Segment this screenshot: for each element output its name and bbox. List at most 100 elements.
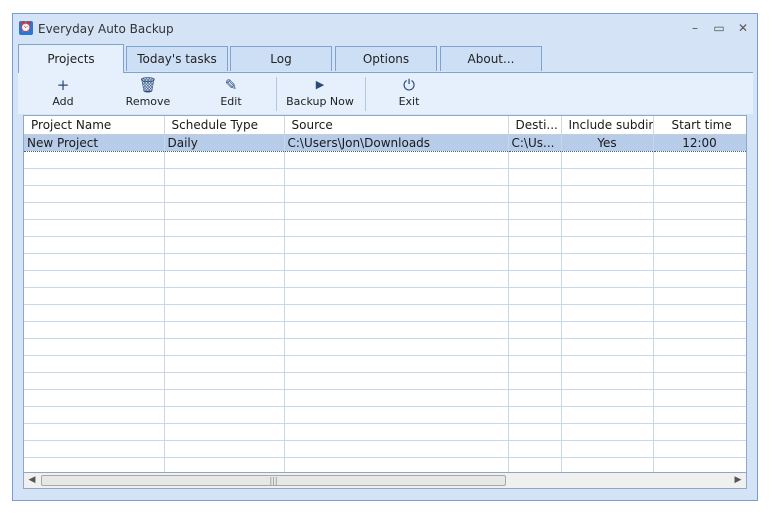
title-bar[interactable]: ⏰ Everyday Auto Backup – ▭ ✕ xyxy=(13,14,757,43)
empty-cell xyxy=(164,253,285,271)
empty-cell xyxy=(561,304,654,322)
tab-log[interactable]: Log xyxy=(230,46,332,71)
column-header-start-time[interactable]: Start time xyxy=(653,116,746,135)
toolbar-separator xyxy=(276,77,277,111)
empty-cell xyxy=(284,372,509,390)
empty-row xyxy=(24,389,746,407)
column-header-include-subdir[interactable]: Include subdir xyxy=(561,116,654,135)
empty-cell xyxy=(653,253,746,271)
empty-row xyxy=(24,151,746,169)
add-button[interactable]: + Add xyxy=(38,75,88,113)
empty-cell xyxy=(508,440,562,458)
column-header-destination[interactable]: Desti... xyxy=(508,116,562,135)
empty-cell xyxy=(508,219,562,237)
empty-row xyxy=(24,270,746,288)
table-body: New Project Daily C:\Users\Jon\Downloads… xyxy=(24,134,746,475)
empty-cell xyxy=(284,304,509,322)
toolbar-separator xyxy=(365,77,366,111)
empty-cell xyxy=(508,338,562,356)
empty-cell xyxy=(561,389,654,407)
empty-cell xyxy=(561,423,654,441)
empty-cell xyxy=(24,202,165,220)
empty-cell xyxy=(24,304,165,322)
scroll-left-icon[interactable]: ◀ xyxy=(24,473,40,488)
empty-row xyxy=(24,219,746,237)
cell-source: C:\Users\Jon\Downloads xyxy=(284,134,509,152)
empty-cell xyxy=(284,151,509,169)
empty-cell xyxy=(561,372,654,390)
empty-cell xyxy=(284,440,509,458)
exit-button[interactable]: ⏻ Exit xyxy=(384,75,434,113)
empty-cell xyxy=(284,253,509,271)
empty-cell xyxy=(653,287,746,305)
close-icon[interactable]: ✕ xyxy=(734,20,752,36)
empty-cell xyxy=(653,151,746,169)
empty-cell xyxy=(561,321,654,339)
edit-button[interactable]: ✎ Edit xyxy=(206,75,256,113)
empty-cell xyxy=(508,236,562,254)
scrollbar-thumb[interactable]: ||| xyxy=(41,475,506,486)
table-row[interactable]: New Project Daily C:\Users\Jon\Downloads… xyxy=(24,134,746,152)
empty-cell xyxy=(284,389,509,407)
empty-cell xyxy=(561,236,654,254)
empty-cell xyxy=(561,287,654,305)
empty-row xyxy=(24,355,746,373)
empty-cell xyxy=(508,168,562,186)
scroll-right-icon[interactable]: ▶ xyxy=(730,473,746,488)
power-icon: ⏻ xyxy=(403,76,415,94)
empty-cell xyxy=(508,270,562,288)
cell-destination: C:\Us... xyxy=(508,134,562,152)
cell-project-name: New Project xyxy=(24,134,165,152)
empty-cell xyxy=(24,151,165,169)
empty-cell xyxy=(164,321,285,339)
empty-cell xyxy=(561,185,654,203)
empty-cell xyxy=(164,406,285,424)
minimize-icon[interactable]: – xyxy=(686,20,704,36)
empty-cell xyxy=(24,168,165,186)
pencil-icon: ✎ xyxy=(224,76,238,94)
empty-cell xyxy=(561,253,654,271)
backup-now-button[interactable]: ▶ Backup Now xyxy=(286,75,354,113)
empty-cell xyxy=(164,304,285,322)
empty-cell xyxy=(653,304,746,322)
empty-cell xyxy=(164,372,285,390)
empty-cell xyxy=(653,389,746,407)
empty-cell xyxy=(164,270,285,288)
horizontal-scrollbar[interactable]: ◀ ||| ▶ xyxy=(23,472,747,489)
empty-cell xyxy=(561,219,654,237)
empty-cell xyxy=(284,219,509,237)
empty-row xyxy=(24,406,746,424)
empty-cell xyxy=(653,355,746,373)
empty-cell xyxy=(653,202,746,220)
tab-options[interactable]: Options xyxy=(335,46,437,71)
empty-cell xyxy=(561,168,654,186)
empty-cell xyxy=(164,185,285,203)
empty-cell xyxy=(653,219,746,237)
empty-cell xyxy=(653,270,746,288)
remove-button[interactable]: 🗑 Remove xyxy=(118,75,178,113)
empty-cell xyxy=(164,440,285,458)
empty-cell xyxy=(284,270,509,288)
tab-about[interactable]: About... xyxy=(440,46,542,71)
empty-row xyxy=(24,168,746,186)
empty-cell xyxy=(653,406,746,424)
column-header-schedule-type[interactable]: Schedule Type xyxy=(164,116,285,135)
empty-cell xyxy=(164,168,285,186)
empty-cell xyxy=(653,236,746,254)
column-header-source[interactable]: Source xyxy=(284,116,509,135)
empty-cell xyxy=(508,253,562,271)
maximize-icon[interactable]: ▭ xyxy=(710,20,728,36)
tab-projects[interactable]: Projects xyxy=(18,44,124,73)
alarm-clock-icon: ⏰ xyxy=(19,21,33,35)
tab-bar: Projects Today's tasks Log Options About… xyxy=(18,44,753,73)
empty-cell xyxy=(284,168,509,186)
tab-todays-tasks[interactable]: Today's tasks xyxy=(126,46,228,71)
empty-row xyxy=(24,423,746,441)
empty-cell xyxy=(653,168,746,186)
empty-cell xyxy=(508,372,562,390)
toolbar: + Add 🗑 Remove ✎ Edit ▶ Backup Now ⏻ Exi… xyxy=(18,72,753,114)
cell-include-subdir: Yes xyxy=(561,134,654,152)
column-header-project-name[interactable]: Project Name xyxy=(24,116,165,135)
empty-cell xyxy=(653,372,746,390)
empty-cell xyxy=(284,355,509,373)
